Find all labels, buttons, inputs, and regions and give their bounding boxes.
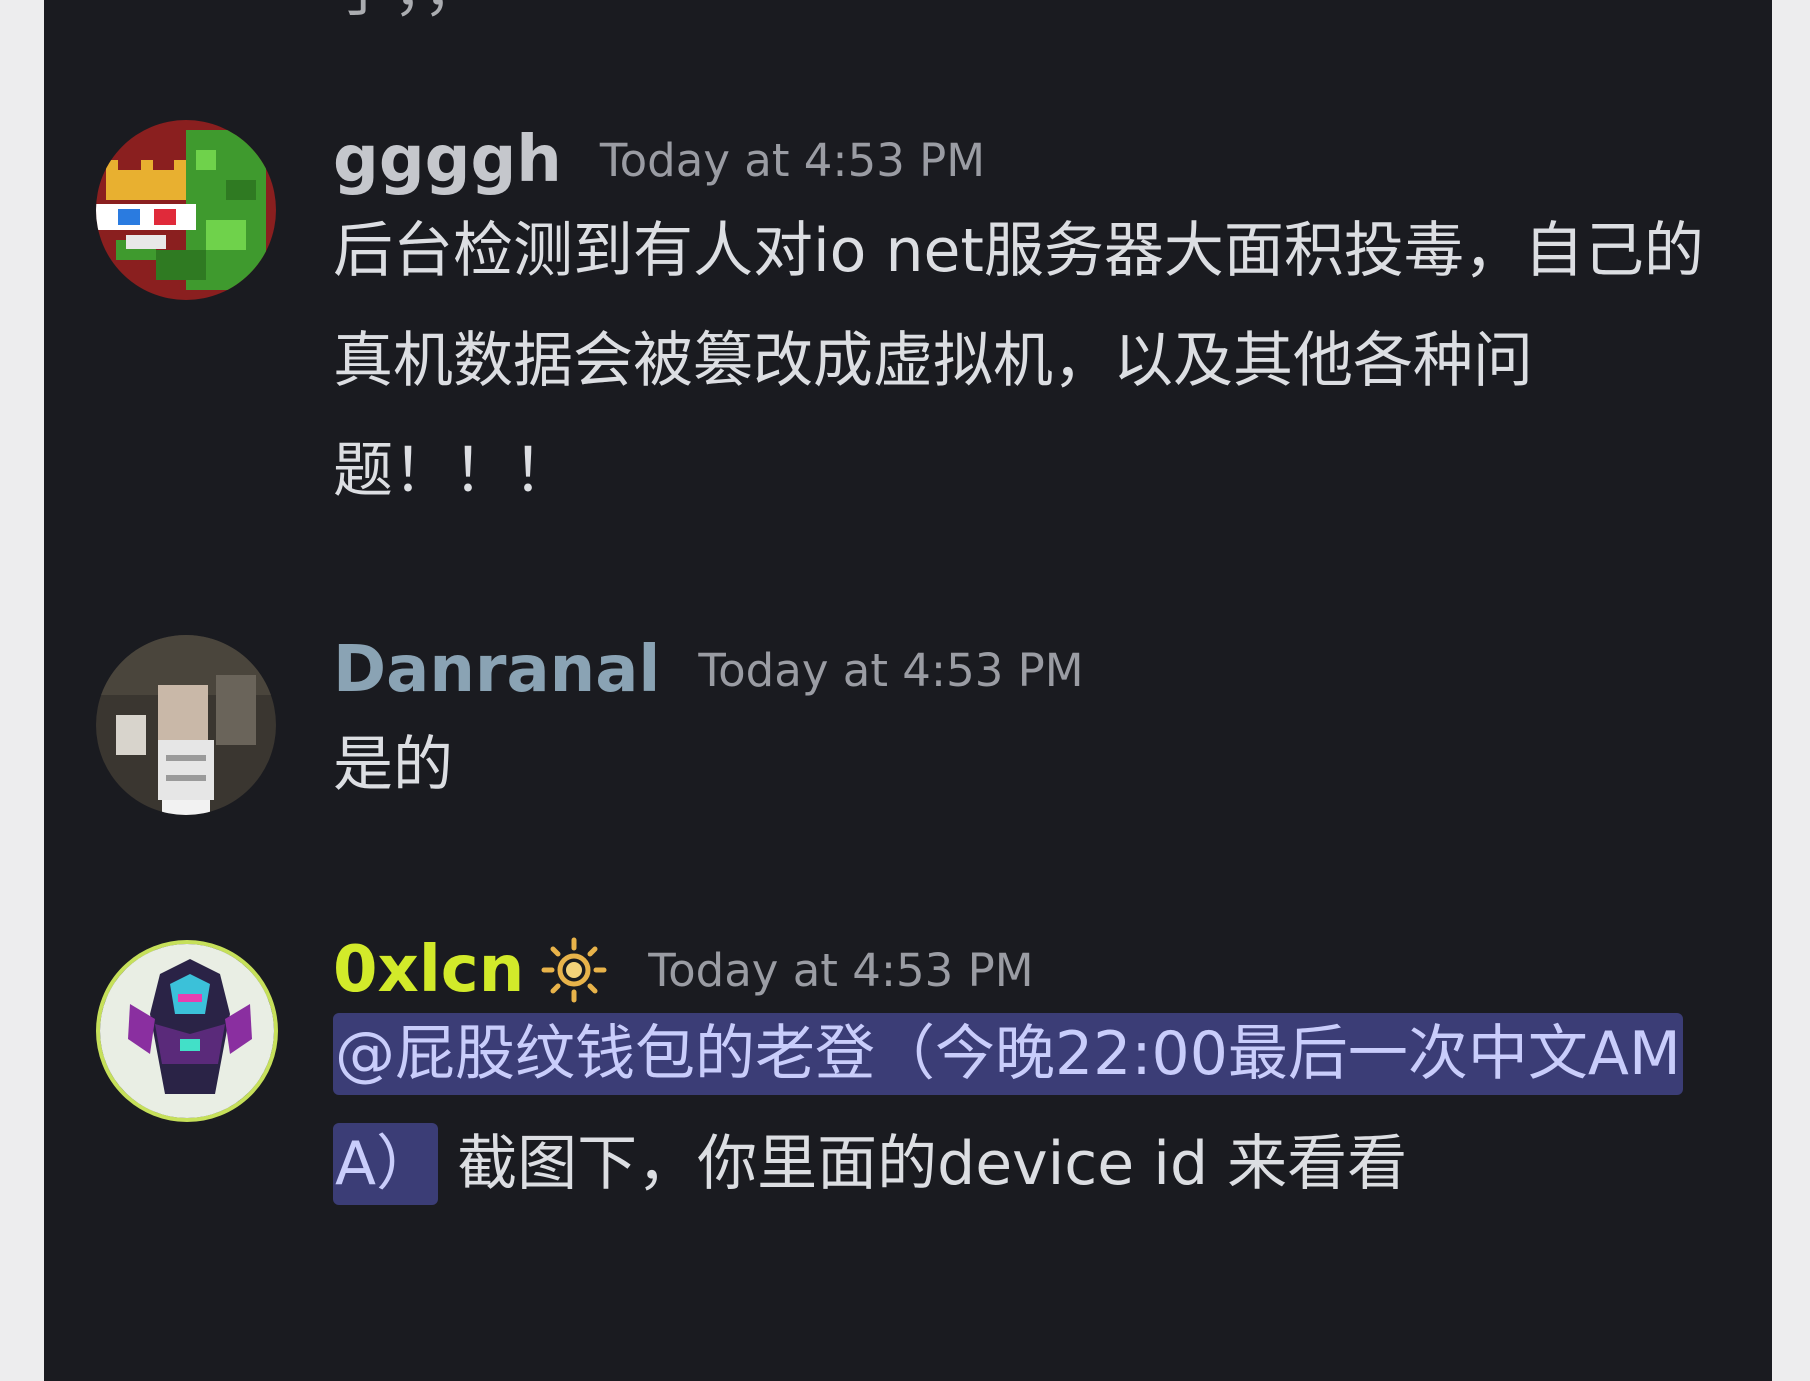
message-header: ggggh Today at 4:53 PM: [333, 120, 985, 200]
timestamp: Today at 4:53 PM: [698, 643, 1084, 697]
timestamp: Today at 4:53 PM: [648, 943, 1034, 997]
message-text: 是的: [333, 730, 453, 800]
sun-icon: [538, 934, 610, 1006]
message-text: 后台检测到有人对io net服务器大面积投毒，自己的真机数据会被篡改成虚拟机，以…: [333, 216, 1704, 506]
user-avatar[interactable]: [96, 635, 276, 815]
user-avatar[interactable]: [96, 940, 278, 1122]
armored-character-avatar-icon: [100, 944, 274, 1118]
pixel-crown-avatar-icon: [96, 120, 276, 300]
message-text-content: 截图下，你里面的device id 来看看: [438, 1129, 1408, 1199]
message-text: @屁股纹钱包的老登（今晚22:00最后一次中文AMA） 截图下，你里面的devi…: [333, 999, 1733, 1219]
message-header: Danranal Today at 4:53 PM: [333, 630, 1084, 710]
photo-avatar-icon: [96, 635, 276, 815]
username[interactable]: 0xlcn: [333, 933, 524, 1007]
username[interactable]: ggggh: [333, 123, 562, 197]
user-avatar[interactable]: [96, 120, 276, 300]
message-header: 0xlcn Today at 4:53 PM: [333, 930, 1034, 1010]
timestamp: Today at 4:53 PM: [599, 133, 986, 187]
username[interactable]: Danranal: [333, 633, 660, 707]
previous-message-fragment: 了，，: [333, 0, 483, 20]
chat-panel: 了，， ggggh Today a: [44, 0, 1772, 1381]
